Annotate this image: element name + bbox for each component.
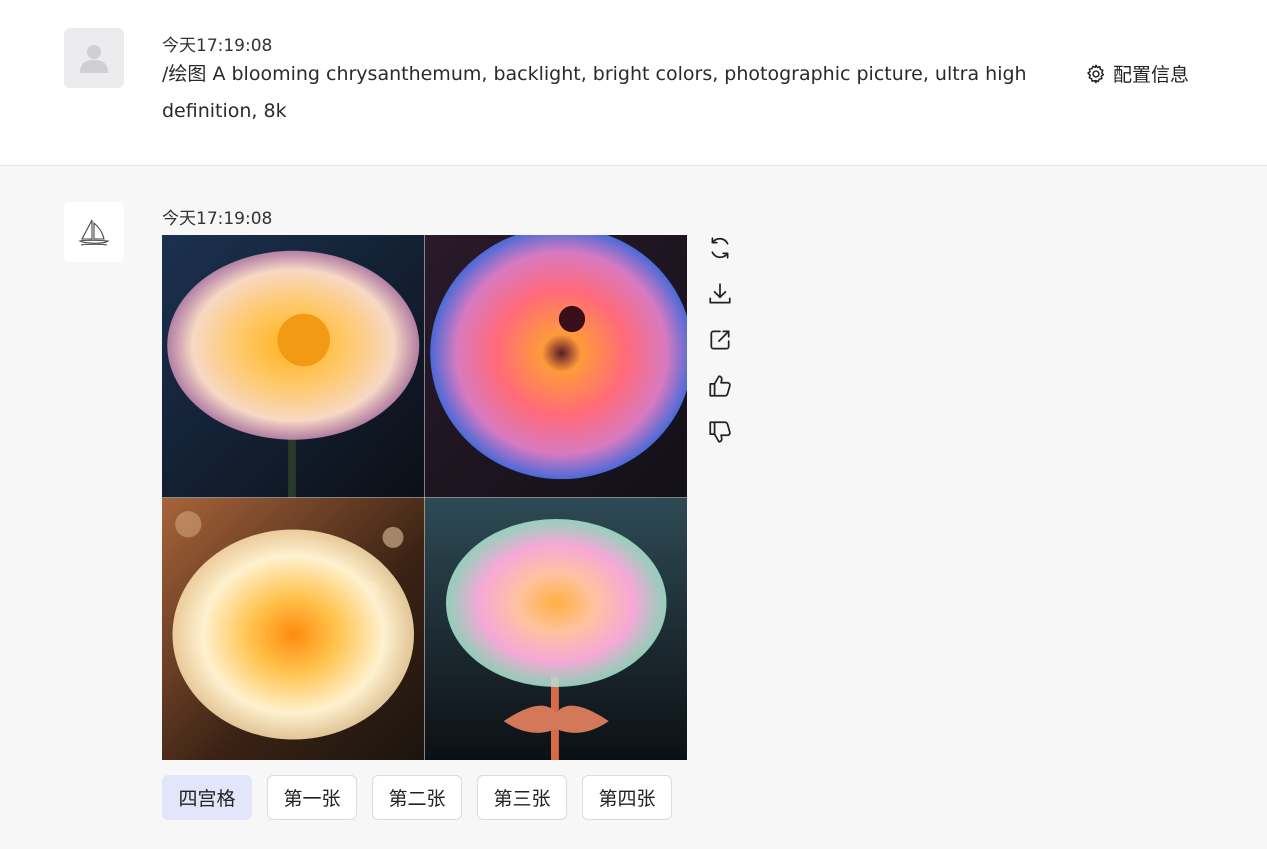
dislike-button[interactable] [704,416,736,448]
bot-message: 今天17:19:08 四宫格 第一张 第二张 第三张 第四张 [0,166,1267,849]
select-image-1-button[interactable]: 第一张 [267,775,357,820]
select-image-2-button[interactable]: 第二张 [372,775,462,820]
download-button[interactable] [704,278,736,310]
config-info-label: 配置信息 [1113,64,1190,86]
user-message: 今天17:19:08 /绘图 A blooming chrysanthemum,… [0,0,1267,166]
chrysanthemum-image-1 [162,235,425,498]
generated-image-grid[interactable] [162,235,687,760]
select-image-4-button[interactable]: 第四张 [582,775,672,820]
chrysanthemum-image-4 [424,497,687,760]
user-silhouette-icon [80,45,108,73]
select-image-3-button[interactable]: 第三张 [477,775,567,820]
bot-message-timestamp: 今天17:19:08 [162,209,273,229]
chrysanthemum-image-3 [162,497,425,760]
thumbs-up-icon [709,375,731,397]
image-selection-buttons: 四宫格 第一张 第二张 第三张 第四张 [162,775,672,820]
share-icon [710,330,730,350]
refresh-button[interactable] [704,232,736,264]
download-icon [709,283,731,304]
image-tile-4[interactable] [424,497,687,760]
image-tile-1[interactable] [162,235,425,498]
like-button[interactable] [704,370,736,402]
config-info-button[interactable]: 配置信息 [1085,60,1189,87]
user-avatar [64,28,124,88]
bot-avatar [64,202,124,262]
image-actions [704,232,736,448]
sailboat-logo-icon [78,219,110,246]
user-prompt-text: /绘图 A blooming chrysanthemum, backlight,… [162,63,1027,122]
grid-view-button[interactable]: 四宫格 [162,775,252,820]
user-message-timestamp: 今天17:19:08 [162,36,273,56]
gear-icon [1087,64,1105,83]
chrysanthemum-image-2 [424,235,687,498]
thumbs-down-icon [709,421,731,443]
share-button[interactable] [704,324,736,356]
image-tile-2[interactable] [424,235,687,498]
image-tile-3[interactable] [162,497,425,760]
refresh-icon [711,237,729,259]
